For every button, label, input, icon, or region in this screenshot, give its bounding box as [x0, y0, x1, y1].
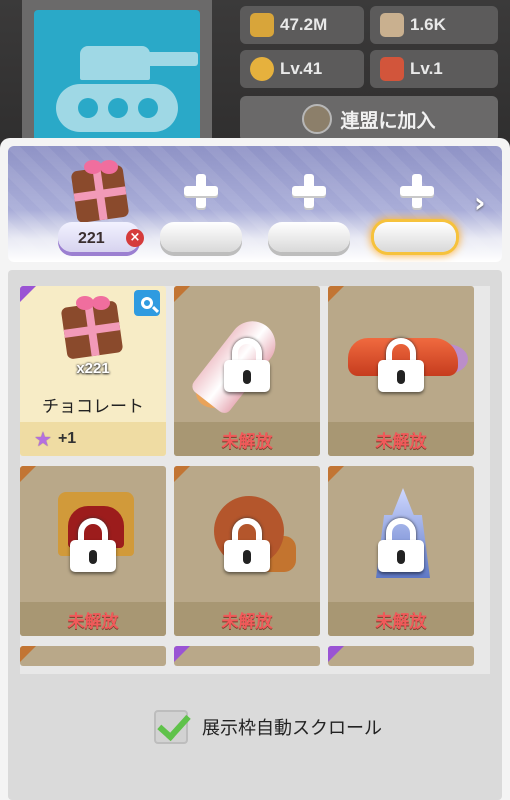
locked-label: 未解放 — [67, 611, 119, 632]
checkbox-checked-icon[interactable] — [154, 710, 188, 744]
item-card-locked[interactable]: 未解放 — [328, 466, 474, 636]
lock-icon — [378, 518, 424, 572]
item-footer: 未解放 — [20, 602, 166, 636]
gift-level-stat: Lv.1 — [370, 50, 498, 88]
pedestal — [268, 222, 350, 252]
avatar[interactable] — [22, 0, 212, 150]
battle-value: 1.6K — [410, 15, 446, 34]
zoom-icon[interactable] — [134, 290, 160, 316]
remove-icon[interactable]: × — [126, 229, 144, 247]
lock-icon — [378, 338, 424, 392]
join-alliance-button[interactable]: 連盟に加入 — [240, 96, 498, 142]
join-alliance-label: 連盟に加入 — [340, 109, 436, 132]
plus-icon — [400, 174, 434, 208]
trophy-stat: 47.2M — [240, 6, 364, 44]
level-stat: Lv.41 — [240, 50, 364, 88]
alliance-emblem-icon — [302, 104, 333, 134]
item-card-locked[interactable]: 未解放 — [20, 466, 166, 636]
locked-label: 未解放 — [375, 611, 427, 632]
auto-scroll-toggle[interactable]: 展示枠自動スクロール — [154, 710, 382, 744]
slot-qty: 221 — [78, 230, 105, 247]
gift-icon — [380, 57, 404, 81]
showcase-slots: 221 × › — [8, 146, 502, 262]
rarity-corner — [20, 286, 36, 302]
trophy-icon — [250, 13, 274, 37]
profile-header: 47.2M 1.6K Lv.41 Lv.1 連盟に加入 — [0, 0, 510, 150]
plus-icon — [184, 174, 218, 208]
item-card-partial[interactable] — [20, 646, 166, 666]
item-footer: ★ +1 — [20, 422, 166, 456]
item-name: チョコレート — [42, 397, 144, 417]
level-value: Lv.41 — [280, 59, 323, 78]
item-grid[interactable]: x221 チョコレート ★ +1 未解放 未解放 未解放 未解放 未解放 — [20, 286, 490, 674]
chevron-right-icon[interactable]: › — [474, 189, 496, 217]
item-qty: x221 — [76, 360, 110, 377]
lock-icon — [70, 518, 116, 572]
locked-label: 未解放 — [221, 431, 273, 452]
star-icon: ★ — [34, 427, 52, 451]
auto-scroll-label: 展示枠自動スクロール — [202, 718, 382, 739]
pedestal-selected — [374, 222, 456, 252]
item-grid-panel: x221 チョコレート ★ +1 未解放 未解放 未解放 未解放 未解放 展示枠… — [8, 270, 502, 800]
item-card-locked[interactable]: 未解放 — [174, 466, 320, 636]
item-footer: 未解放 — [328, 602, 474, 636]
item-card-partial[interactable] — [328, 646, 474, 666]
item-footer: 未解放 — [328, 422, 474, 456]
battle-icon — [380, 13, 404, 37]
pedestal — [160, 222, 242, 252]
chocolate-gift-icon — [70, 164, 130, 224]
trophy-value: 47.2M — [280, 15, 328, 34]
item-card-chocolate[interactable]: x221 チョコレート ★ +1 — [20, 286, 166, 456]
item-footer: 未解放 — [174, 602, 320, 636]
locked-label: 未解放 — [221, 611, 273, 632]
battle-stat: 1.6K — [370, 6, 498, 44]
showcase-modal: 221 × › x221 チョコレート ★ +1 未解放 未解放 未解放 未解放… — [0, 138, 510, 800]
locked-label: 未解放 — [375, 431, 427, 452]
item-footer: 未解放 — [174, 422, 320, 456]
item-card-partial[interactable] — [174, 646, 320, 666]
item-card-locked[interactable]: 未解放 — [174, 286, 320, 456]
tank-icon — [34, 10, 200, 146]
chocolate-gift-icon — [60, 300, 124, 360]
item-card-locked[interactable]: 未解放 — [328, 286, 474, 456]
lock-icon — [224, 518, 270, 572]
lock-icon — [224, 338, 270, 392]
plus-icon — [292, 174, 326, 208]
item-bonus: +1 — [57, 430, 77, 447]
gift-level-value: Lv.1 — [410, 59, 443, 78]
level-icon — [250, 57, 274, 81]
